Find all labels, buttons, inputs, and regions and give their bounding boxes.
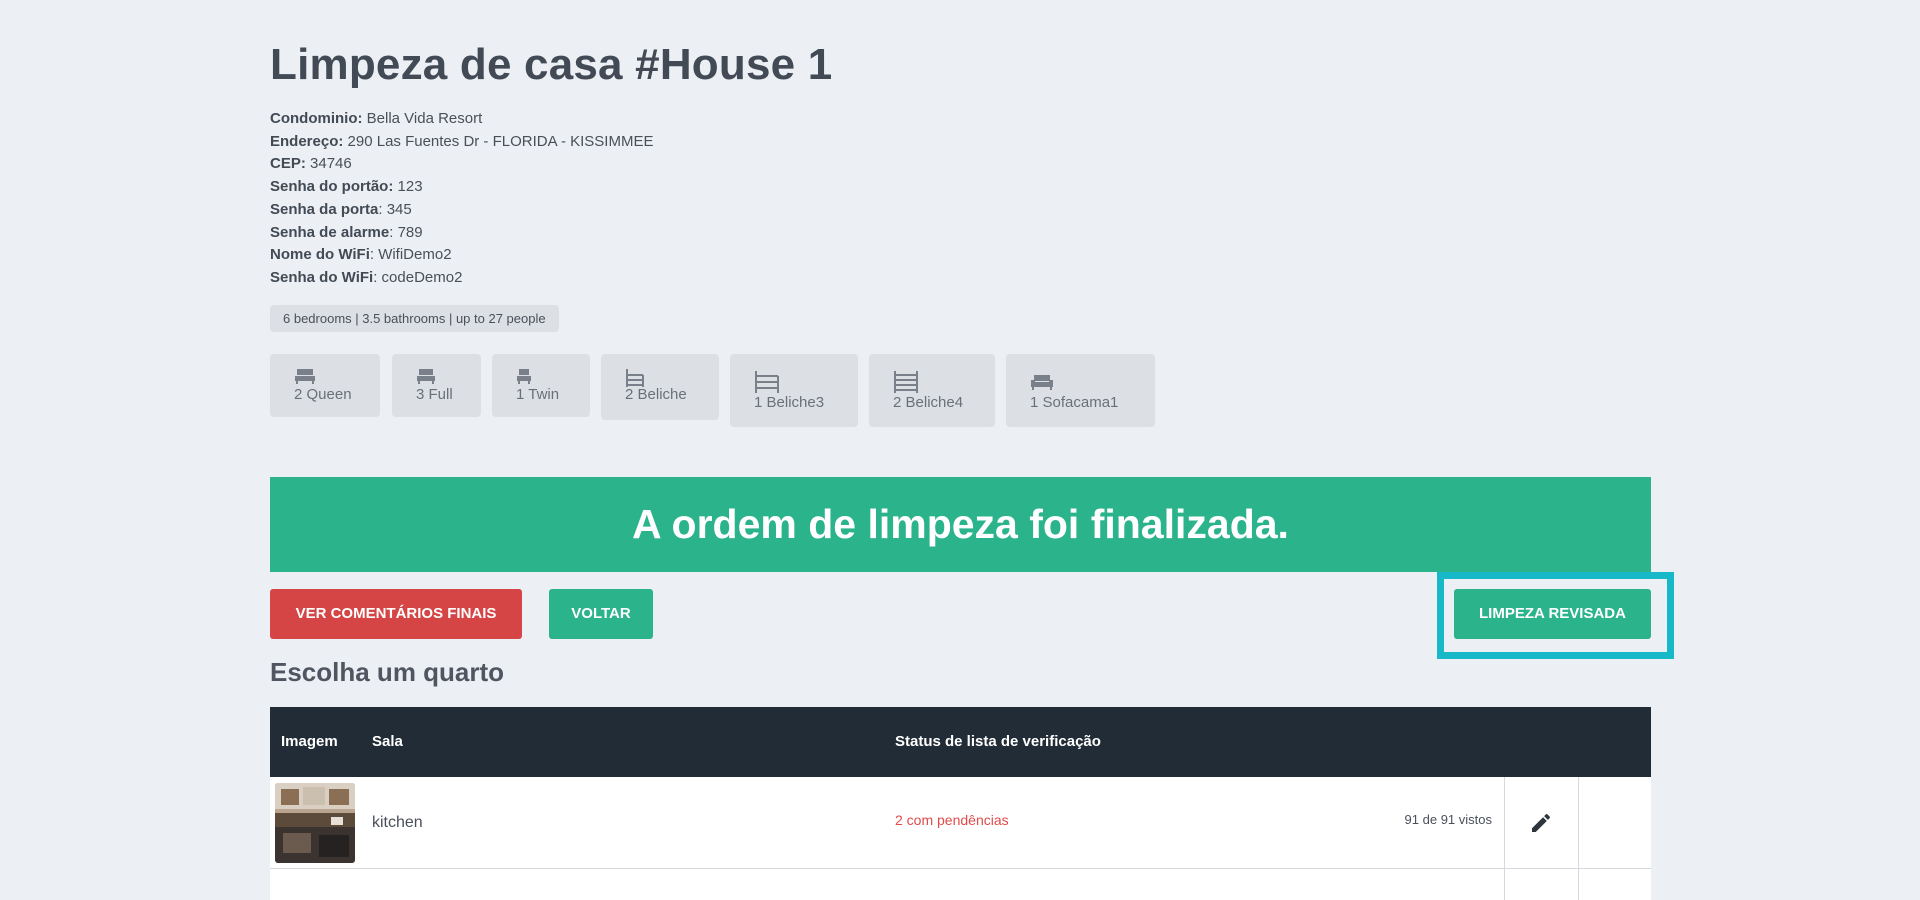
info-wifi-password: Senha do WiFi: codeDemo2 xyxy=(270,268,463,286)
back-button[interactable]: VOLTAR xyxy=(549,589,653,639)
header-image: Imagem xyxy=(281,733,338,750)
property-summary-badge: 6 bedrooms | 3.5 bathrooms | up to 27 pe… xyxy=(270,305,559,332)
room-name: kitchen xyxy=(372,814,423,831)
info-alarm-password: Senha de alarme: 789 xyxy=(270,223,423,241)
bed-chip-beliche4: 2 Beliche4 xyxy=(869,354,995,427)
column-divider xyxy=(1504,869,1505,900)
bed-icon xyxy=(294,368,380,386)
pencil-icon[interactable] xyxy=(1529,811,1553,835)
info-cep: CEP: 34746 xyxy=(270,155,352,173)
header-room: Sala xyxy=(372,733,403,750)
rooms-table: Imagem Sala Status de lista de verificaç… xyxy=(270,707,1651,900)
bunk-bed-4-icon xyxy=(893,370,995,394)
bed-chip-queen: 2 Queen xyxy=(270,354,380,417)
checklist-status: 2 com pendências xyxy=(895,812,1009,828)
header-status: Status de lista de verificação xyxy=(895,733,1101,750)
column-divider xyxy=(1578,777,1579,869)
room-thumbnail xyxy=(275,783,355,863)
table-header: Imagem Sala Status de lista de verificaç… xyxy=(270,707,1651,777)
table-row[interactable]: kitchen 2 com pendências 91 de 91 vistos xyxy=(270,777,1651,869)
completion-banner: A ordem de limpeza foi finalizada. xyxy=(270,477,1651,572)
bed-chip-beliche3: 1 Beliche3 xyxy=(730,354,858,427)
info-wifi-name: Nome do WiFi: WifiDemo2 xyxy=(270,246,452,264)
info-condominio: Condominio: Bella Vida Resort xyxy=(270,110,483,127)
bed-chip-full: 3 Full xyxy=(392,354,481,417)
bunk-bed-icon xyxy=(625,368,719,387)
checked-count: 91 de 91 vistos xyxy=(1404,812,1492,827)
bed-icon xyxy=(416,368,481,386)
page-title: Limpeza de casa #House 1 xyxy=(270,40,833,89)
column-divider xyxy=(1504,777,1505,869)
bed-chip-sofacama: 1 Sofacama1 xyxy=(1006,354,1155,427)
bed-chip-twin: 1 Twin xyxy=(492,354,590,417)
info-gate-password: Senha do portão: 123 xyxy=(270,178,423,196)
table-row[interactable] xyxy=(270,869,1651,900)
info-door-password: Senha da porta: 345 xyxy=(270,200,412,218)
single-bed-icon xyxy=(516,368,590,386)
cleaning-reviewed-button[interactable]: LIMPEZA REVISADA xyxy=(1454,589,1651,639)
sofa-bed-icon xyxy=(1030,374,1155,394)
column-divider xyxy=(1578,869,1579,900)
info-endereco: Endereço: 290 Las Fuentes Dr - FLORIDA -… xyxy=(270,132,654,150)
final-comments-button[interactable]: VER COMENTÁRIOS FINAIS xyxy=(270,589,522,639)
property-info: Condominio: Bella Vida Resort Endereço: … xyxy=(270,108,653,290)
choose-room-title: Escolha um quarto xyxy=(270,657,505,687)
bed-chip-beliche: 2 Beliche xyxy=(601,354,719,420)
bunk-bed-3-icon xyxy=(754,370,858,394)
